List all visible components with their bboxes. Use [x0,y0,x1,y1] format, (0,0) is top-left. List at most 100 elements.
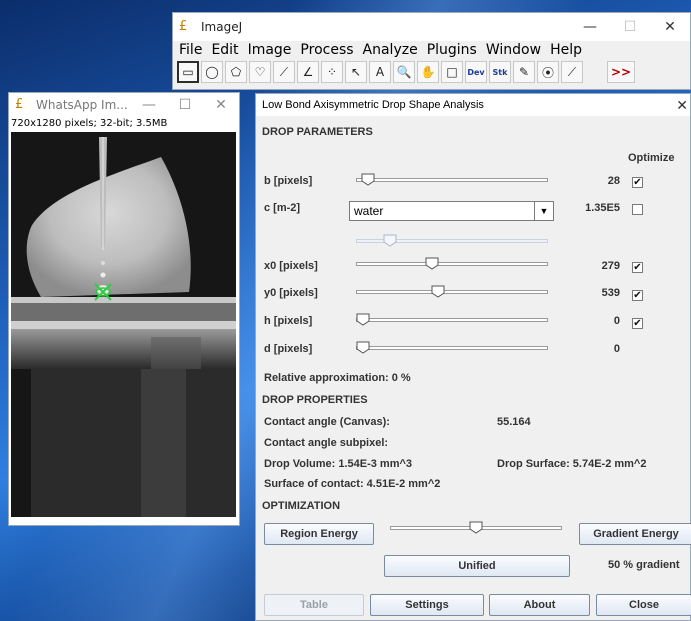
drop-analysis-dialog: Low Bond Axisymmetric Drop Shape Analysi… [255,93,691,621]
oval-tool-icon[interactable]: ◯ [201,61,223,83]
gradient-energy-button[interactable]: Gradient Energy [579,523,691,545]
drop-surface: Drop Surface: 5.74E-2 mm^2 [497,458,647,470]
settings-button[interactable]: Settings [370,594,484,616]
text-tool-icon[interactable]: A [369,61,391,83]
section-drop-parameters: DROP PARAMETERS [262,126,373,138]
param-label-d: d [pixels] [264,343,313,355]
line-tool-icon[interactable]: ⟋ [273,61,295,83]
optimize-checkbox-y0[interactable]: ✔ [632,290,643,301]
optimize-checkbox-c[interactable] [632,204,643,215]
param-slider-c[interactable] [356,234,548,248]
param-value-x0: 279 [601,260,620,272]
more-tools-icon[interactable]: >> [607,61,635,83]
hand-tool-icon[interactable]: ✋ [417,61,439,83]
param-label-h: h [pixels] [264,315,313,327]
menu-help[interactable]: Help [550,42,582,58]
param-value-d: 0 [613,343,620,355]
minimize-button[interactable]: — [570,19,610,35]
menu-file[interactable]: File [179,42,202,58]
slider-thumb[interactable] [425,257,439,270]
dropper-tool-icon[interactable]: □ [441,61,463,83]
blend-percentage: 50 % gradient [608,559,680,571]
param-slider-d[interactable] [356,341,548,355]
liquid-select[interactable]: water ▼ [349,201,554,221]
section-drop-properties: DROP PROPERTIES [262,394,368,406]
optimize-checkbox-b[interactable]: ✔ [632,177,643,188]
imagej-menubar: File Edit Image Process Analyze Plugins … [173,41,690,59]
param-slider-y0[interactable] [356,285,548,299]
section-optimization: OPTIMIZATION [262,500,341,512]
param-label-y0: y0 [pixels] [264,287,318,299]
image-canvas[interactable] [11,132,236,517]
param-label-c: c [m-2] [264,202,301,214]
dev-tool-icon[interactable]: Dev [465,61,487,83]
image-window-title: WhatsApp Im... [36,98,128,112]
polygon-tool-icon[interactable]: ⬠ [225,61,247,83]
about-button[interactable]: About [489,594,590,616]
optimize-checkbox-h[interactable]: ✔ [632,318,643,329]
image-info: 720x1280 pixels; 32-bit; 3.5MB [11,118,168,129]
minimize-button[interactable]: — [131,97,167,113]
dialog-titlebar[interactable]: Low Bond Axisymmetric Drop Shape Analysi… [256,94,690,116]
contact-angle-subpixel-label: Contact angle subpixel: [264,437,389,449]
close-icon[interactable]: ✕ [676,97,688,114]
param-label-b: b [pixels] [264,175,313,187]
angle-tool-icon[interactable]: ∠ [297,61,319,83]
relative-approximation: Relative approximation: 0 % [264,372,411,384]
point-tool-icon[interactable]: ⁘ [321,61,343,83]
image-window-titlebar[interactable]: £ WhatsApp Im... — ☐ ✕ [9,93,239,117]
close-button[interactable]: ✕ [203,97,239,113]
menu-image[interactable]: Image [248,42,292,58]
param-value-c: 1.35E5 [585,202,620,214]
menu-plugins[interactable]: Plugins [427,42,477,58]
menu-analyze[interactable]: Analyze [363,42,418,58]
image-window: £ WhatsApp Im... — ☐ ✕ 720x1280 pixels; … [8,92,240,526]
slider-thumb[interactable] [469,521,483,534]
drop-photo [11,132,236,517]
freehand-tool-icon[interactable]: ♡ [249,61,271,83]
slider-thumb[interactable] [356,341,370,354]
drop-volume: Drop Volume: 1.54E-3 mm^3 [264,458,413,470]
maximize-button[interactable]: ☐ [610,19,650,35]
param-label-x0: x0 [pixels] [264,260,318,272]
menu-window[interactable]: Window [486,42,541,58]
maximize-button[interactable]: ☐ [167,97,203,113]
dialog-title: Low Bond Axisymmetric Drop Shape Analysi… [262,99,484,111]
param-slider-b[interactable] [356,173,548,187]
slider-thumb[interactable] [356,313,370,326]
param-value-y0: 539 [601,287,620,299]
imagej-logo-icon: £ [179,19,188,34]
contact-angle-canvas-value: 55.164 [497,416,531,428]
wand-tool-icon[interactable]: ↖ [345,61,367,83]
region-energy-button[interactable]: Region Energy [264,523,374,545]
flood-tool-icon[interactable]: ⟋ [561,61,583,83]
chevron-down-icon[interactable]: ▼ [534,202,553,220]
imagej-logo-icon: £ [15,97,24,112]
surface-of-contact: Surface of contact: 4.51E-2 mm^2 [264,478,441,490]
param-slider-x0[interactable] [356,257,548,271]
table-button[interactable]: Table [264,594,364,616]
imagej-toolbar: ▭ ◯ ⬠ ♡ ⟋ ∠ ⁘ ↖ A 🔍 ✋ □ Dev Stk ✎ ⦿ ⟋ >> [173,59,690,85]
menu-edit[interactable]: Edit [211,42,238,58]
magnifier-tool-icon[interactable]: 🔍 [393,61,415,83]
param-value-h: 0 [613,315,620,327]
param-slider-h[interactable] [356,313,548,327]
slider-thumb[interactable] [431,285,445,298]
close-button[interactable]: ✕ [650,19,690,35]
slider-thumb[interactable] [383,234,397,247]
imagej-window: £ ImageJ — ☐ ✕ File Edit Image Process A… [172,12,691,90]
slider-thumb[interactable] [361,173,375,186]
pencil-tool-icon[interactable]: ✎ [513,61,535,83]
unified-button[interactable]: Unified [384,555,570,577]
param-value-b: 28 [607,175,620,187]
imagej-titlebar[interactable]: £ ImageJ — ☐ ✕ [173,13,690,41]
close-button[interactable]: Close [596,594,691,616]
energy-blend-slider[interactable] [390,521,562,535]
stk-tool-icon[interactable]: Stk [489,61,511,83]
imagej-title: ImageJ [201,20,243,34]
liquid-select-value: water [354,204,384,218]
menu-process[interactable]: Process [300,42,353,58]
rectangle-tool-icon[interactable]: ▭ [177,61,199,83]
brush-tool-icon[interactable]: ⦿ [537,61,559,83]
optimize-checkbox-x0[interactable]: ✔ [632,262,643,273]
